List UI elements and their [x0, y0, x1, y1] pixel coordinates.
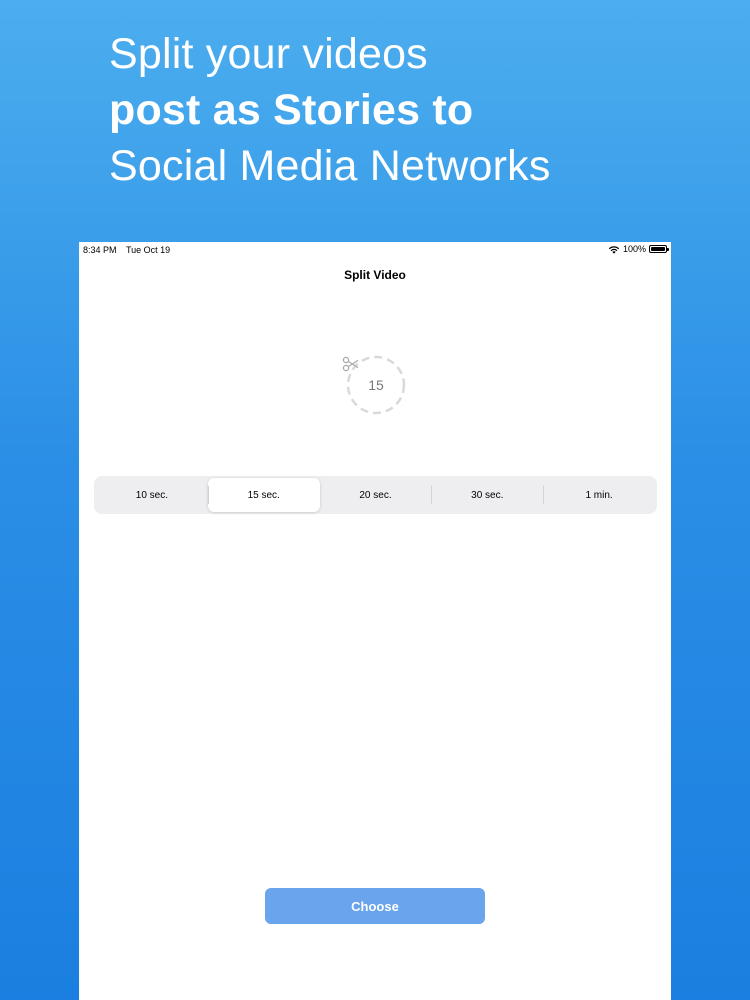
segment-30-sec[interactable]: 30 sec.: [431, 478, 543, 512]
scissors-icon: [342, 356, 359, 372]
status-bar: 8:34 PM Tue Oct 19 100%: [79, 242, 671, 258]
wifi-icon: [608, 245, 620, 254]
device-screen: 8:34 PM Tue Oct 19 100% Split Video 15 1…: [79, 242, 671, 1000]
segment-15-sec[interactable]: 15 sec.: [207, 478, 320, 512]
promo-headline: Split your videos post as Stories to Soc…: [109, 26, 551, 194]
battery-icon: [649, 245, 669, 253]
status-time: 8:34 PM: [83, 245, 117, 255]
battery-percent: 100%: [622, 244, 646, 254]
status-right: 100%: [608, 244, 669, 254]
page-title: Split Video: [344, 268, 406, 282]
promo-line-2: post as Stories to: [109, 86, 474, 134]
duration-segmented-control: 10 sec. 15 sec. 20 sec. 30 sec. 1 min.: [94, 476, 657, 514]
segment-10-sec[interactable]: 10 sec.: [96, 478, 208, 512]
choose-button[interactable]: Choose: [265, 888, 485, 924]
segment-1-min[interactable]: 1 min.: [543, 478, 655, 512]
segment-20-sec[interactable]: 20 sec.: [320, 478, 432, 512]
status-date: Tue Oct 19: [126, 245, 171, 255]
promo-line-3: Social Media Networks: [109, 142, 551, 190]
promo-line-1: Split your videos: [109, 30, 428, 78]
